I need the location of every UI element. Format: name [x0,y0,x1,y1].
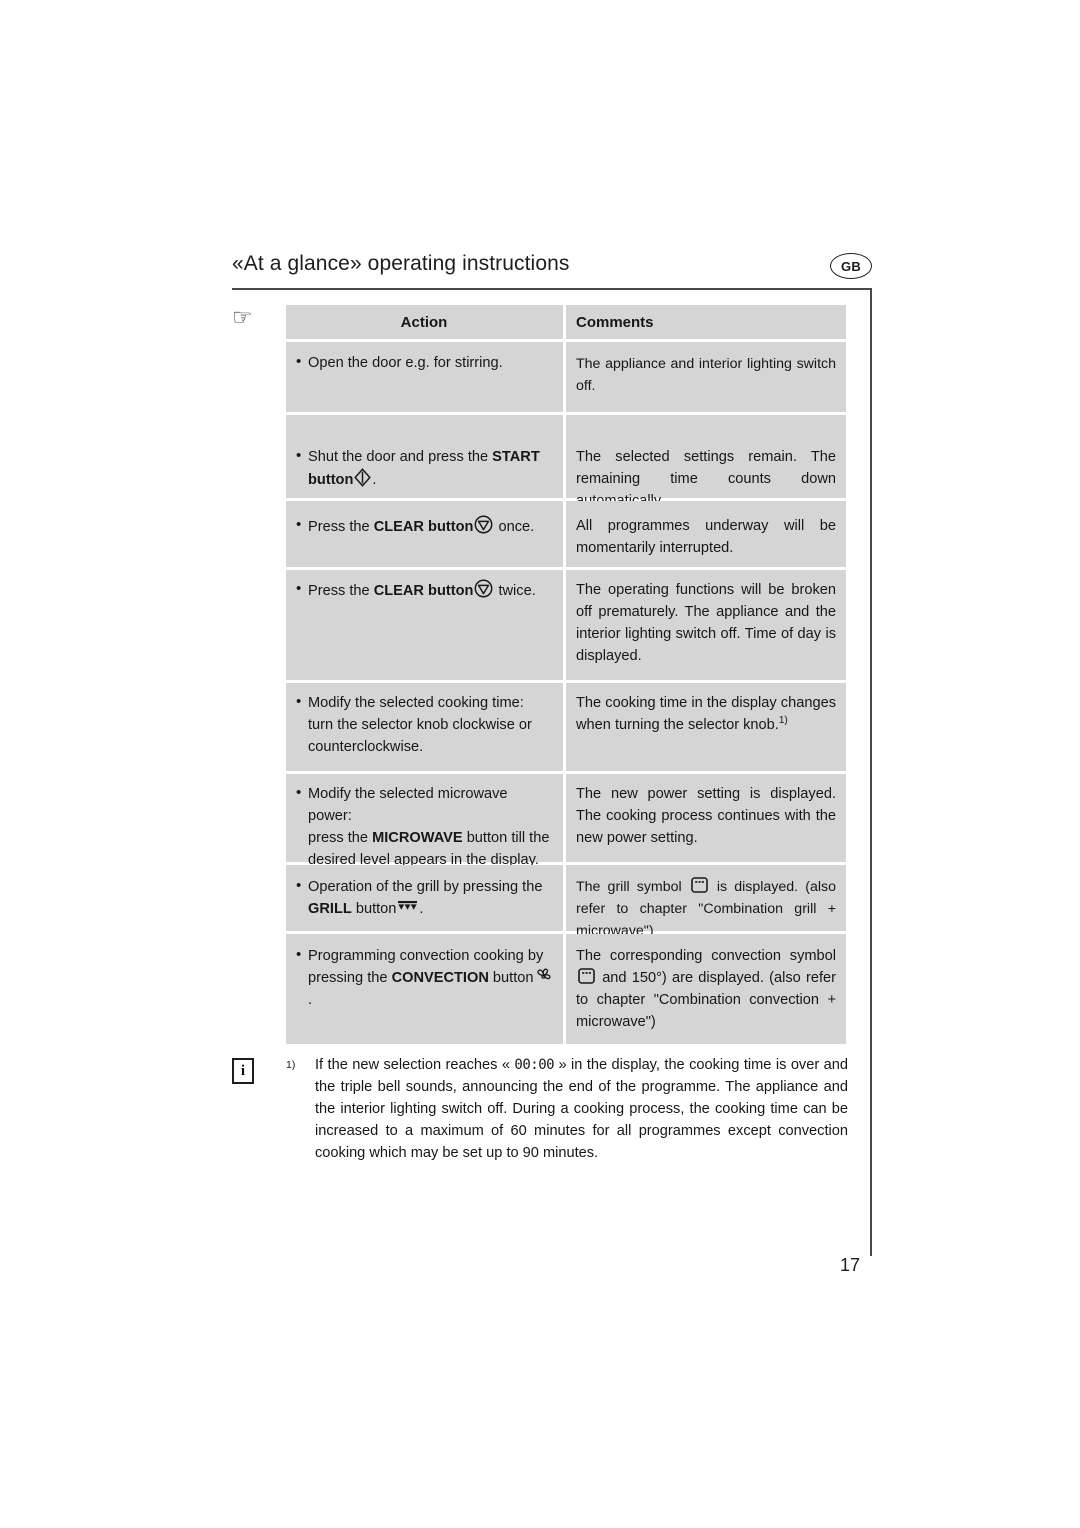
table-row: Open the door e.g. for stirring. The app… [286,342,846,412]
action-text-line2-pre: pressing the [308,970,392,986]
action-suffix: twice. [494,583,536,599]
footnote-text-part1: If the new selection reaches « [315,1057,515,1073]
action-bold-clear: CLEAR button [373,583,474,599]
region-badge: GB [830,253,872,279]
action-period: . [308,992,313,1008]
action-text: Modify the selected microwave power: [308,786,508,824]
comment-text-pre: The corresponding convection symbol [576,948,836,964]
action-bold-start: START [492,449,540,465]
table-row: Press the CLEAR button twice. The operat… [286,570,846,680]
action-bold-clear: CLEAR button [373,519,474,535]
action-bold-microwave: MICROWAVE [372,830,463,846]
comment-text: The selected settings remain. The remain… [576,449,836,509]
comment-cell: The operating functions will be broken o… [566,570,846,680]
action-text: Press the [308,583,374,599]
comment-cell: The corresponding convection symbol and … [566,934,846,1044]
pointing-hand-icon: ☞ [232,304,253,330]
convection-display-symbol-icon [578,968,595,984]
action-period: . [372,472,377,488]
action-cell: Modify the selected microwave power: pre… [286,774,563,868]
clear-triangle-icon [474,515,493,534]
action-cell: Programming convection cooking by pressi… [286,934,563,1044]
action-suffix: once. [494,519,535,535]
action-text-line3: counterclockwise. [308,739,424,755]
action-text-line2-pre: press the [308,830,373,846]
action-text-line2: turn the selector knob clockwise or [308,717,532,733]
action-text: Modify the selected cooking time: [308,695,524,711]
action-cell: Shut the door and press the START button… [286,415,563,498]
action-cell: Open the door e.g. for stirring. [286,342,563,412]
instructions-table: Action Comments Open the door e.g. for s… [286,305,846,1047]
footnote-body: If the new selection reaches « 00:00 » i… [286,1054,848,1164]
comment-cell: The grill symbol is displayed. (also ref… [566,865,846,939]
table-header-row: Action Comments [286,305,846,339]
comment-cell: The cooking time in the display changes … [566,683,846,771]
comment-cell: All programmes underway will be momentar… [566,501,846,567]
comment-text: The operating functions will be broken o… [576,582,836,664]
table-row: Modify the selected cooking time: turn t… [286,683,846,771]
action-period: . [419,901,424,917]
header-divider [232,288,872,290]
action-text-line2-post: button [488,970,534,986]
start-diamond-icon [354,468,372,487]
action-cell: Operation of the grill by pressing the G… [286,865,563,931]
action-text: Press the [308,519,374,535]
page-header: «At a glance» operating instructions GB [232,252,872,292]
column-header-comments: Comments [566,305,846,339]
comment-text: The cooking time in the display changes … [576,695,836,733]
table-row: Programming convection cooking by pressi… [286,934,846,1044]
fan-icon [535,967,552,984]
table-row: Operation of the grill by pressing the G… [286,865,846,939]
comment-cell: The new power setting is displayed. The … [566,774,846,862]
action-bold-button: button [308,472,354,488]
action-text: Programming convection cooking by [308,948,544,964]
action-text: Shut the door and press the [308,449,493,465]
action-cell: Press the CLEAR button once. [286,501,563,567]
lcd-display-value: 00:00 [514,1057,555,1073]
comment-cell: The selected settings remain. The remain… [566,415,846,509]
action-cell: Modify the selected cooking time: turn t… [286,683,563,771]
footnote-reference: 1) [778,715,788,727]
action-cell: Press the CLEAR button twice. [286,570,563,680]
table-row: Modify the selected microwave power: pre… [286,774,846,868]
table-row: Shut the door and press the START button… [286,415,846,509]
comment-text: The new power setting is displayed. The … [576,786,836,846]
page-number: 17 [840,1255,861,1275]
action-text-line2-post: button [351,901,397,917]
info-icon: i [232,1058,254,1084]
table-row: Press the CLEAR button once. All program… [286,501,846,567]
action-text-line2-post: button till the [462,830,550,846]
column-header-action: Action [286,305,563,339]
comment-text-post: and 150°) are displayed. (also refer to … [576,970,836,1030]
page-title: «At a glance» operating instructions [232,252,570,275]
action-text: Open the door e.g. for stirring. [308,355,503,371]
action-text: Operation of the grill by pressing the [308,879,543,895]
comment-text: The appliance and interior lighting swit… [576,356,836,394]
comment-text-pre: The grill symbol [576,879,689,895]
grill-display-symbol-icon [690,877,708,893]
action-bold-convection: CONVECTION [391,970,489,986]
comment-cell: The appliance and interior lighting swit… [566,342,846,412]
right-margin-rule [870,288,872,1256]
document-page: «At a glance» operating instructions GB … [0,0,1080,1528]
action-bold-grill: GRILL [308,901,352,917]
clear-triangle-icon [474,579,493,598]
footnote-marker: 1) [286,1059,296,1071]
comment-text: All programmes underway will be momentar… [576,518,836,556]
grill-triangles-icon [397,900,418,912]
footnote: 1) If the new selection reaches « 00:00 … [286,1054,848,1164]
